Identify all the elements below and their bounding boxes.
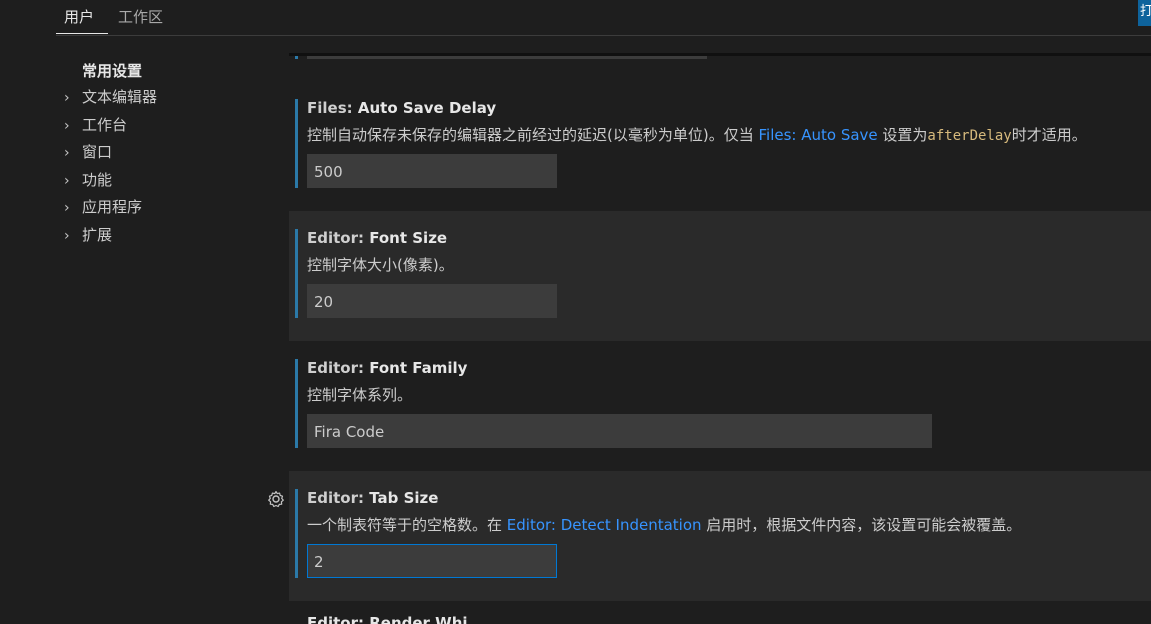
desc-text: 一个制表符等于的空格数。在 (307, 516, 507, 534)
gear-icon[interactable] (266, 489, 286, 509)
toc-item-text-editor[interactable]: › 文本编辑器 (64, 86, 157, 108)
setting-key: Font Family (369, 359, 468, 377)
chevron-right-icon: › (64, 200, 70, 216)
modified-indicator (295, 489, 298, 578)
setting-description: 控制字体大小(像素)。 (307, 256, 454, 274)
chevron-right-icon: › (64, 145, 70, 161)
setting-category: Editor: (307, 489, 370, 507)
setting-link-detect-indentation[interactable]: Editor: Detect Indentation (507, 516, 702, 534)
chevron-right-icon: › (64, 90, 70, 106)
toc-item-label: 窗口 (82, 143, 113, 161)
active-tab-indicator (56, 33, 108, 34)
setting-files-auto-save-delay: Files: Auto Save Delay 控制自动保存未保存的编辑器之前经过… (289, 81, 1151, 211)
toc-heading-common[interactable]: 常用设置 (82, 60, 142, 81)
chevron-right-icon: › (64, 118, 70, 134)
font-family-input[interactable]: Fira Code (307, 414, 932, 448)
font-size-input[interactable]: 20 (307, 284, 557, 318)
toc-item-features[interactable]: › 功能 (64, 169, 112, 191)
chevron-right-icon: › (64, 173, 70, 189)
toc-item-application[interactable]: › 应用程序 (64, 196, 142, 218)
scroll-shadow (289, 53, 1151, 56)
settings-tabs: 用户 工作区 打 (0, 0, 1151, 36)
desc-text: 启用时，根据文件内容，该设置可能会被覆盖。 (701, 516, 1022, 534)
chevron-right-icon: › (64, 228, 70, 244)
toc-item-window[interactable]: › 窗口 (64, 141, 112, 163)
setting-title: Files: Auto Save Delay (307, 99, 496, 117)
toc-item-label: 功能 (82, 171, 113, 189)
modified-indicator (295, 229, 298, 318)
setting-editor-tab-size: Editor: Tab Size 一个制表符等于的空格数。在 Editor: D… (289, 471, 1151, 601)
setting-category: Files: (307, 99, 358, 117)
toc-item-extensions[interactable]: › 扩展 (64, 224, 112, 246)
tab-size-input[interactable]: 2 (307, 544, 557, 578)
modified-indicator (295, 359, 298, 448)
setting-title: Editor: Font Size (307, 229, 447, 247)
setting-editor-font-size: Editor: Font Size 控制字体大小(像素)。 20 (289, 211, 1151, 341)
auto-save-delay-input[interactable]: 500 (307, 154, 557, 188)
desc-text: 时才适用。 (1011, 126, 1087, 144)
setting-key: Tab Size (369, 489, 439, 507)
toc-item-workbench[interactable]: › 工作台 (64, 114, 127, 136)
modified-indicator (295, 99, 298, 188)
setting-key: Auto Save Delay (357, 99, 497, 117)
tabs-divider (56, 35, 1151, 36)
setting-description: 一个制表符等于的空格数。在 Editor: Detect Indentation… (307, 514, 1021, 535)
open-settings-json-button[interactable]: 打 (1138, 0, 1151, 26)
desc-text: 设置为 (877, 126, 928, 144)
setting-category: Editor: (307, 359, 370, 377)
toc-item-label: 扩展 (82, 226, 113, 244)
setting-category: Editor: (307, 229, 370, 247)
setting-editor-font-family: Editor: Font Family 控制字体系列。 Fira Code (289, 341, 1151, 471)
setting-key: Font Size (369, 229, 448, 247)
setting-title-partial: Editor: Render Whi... (307, 614, 485, 624)
tab-user[interactable]: 用户 (64, 7, 94, 27)
desc-text: 控制自动保存未保存的编辑器之前经过的延迟(以毫秒为单位)。仅当 (307, 126, 759, 144)
settings-editor: 用户 工作区 打 常用设置 › 文本编辑器 › 工作台 › 窗口 › 功能 › 应用程序 … (0, 0, 1151, 624)
toc-item-label: 工作台 (82, 116, 128, 134)
tab-workspace[interactable]: 工作区 (118, 7, 163, 27)
toc-item-label: 文本编辑器 (82, 88, 158, 106)
setting-title: Editor: Tab Size (307, 489, 438, 507)
setting-description: 控制字体系列。 (307, 386, 413, 404)
toc-item-label: 应用程序 (82, 198, 143, 216)
setting-description: 控制自动保存未保存的编辑器之前经过的延迟(以毫秒为单位)。仅当 Files: A… (307, 124, 1087, 145)
setting-link-files-auto-save[interactable]: Files: Auto Save (758, 126, 877, 144)
desc-code: afterDelay (927, 128, 1012, 144)
setting-title: Editor: Font Family (307, 359, 467, 377)
